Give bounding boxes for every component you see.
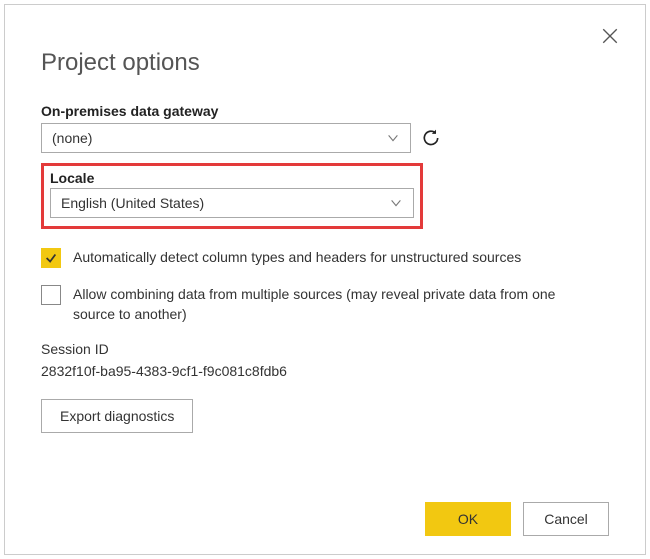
gateway-value: (none) bbox=[52, 130, 92, 146]
auto-detect-checkbox[interactable] bbox=[41, 248, 61, 268]
auto-detect-label: Automatically detect column types and he… bbox=[73, 247, 521, 267]
dialog-title: Project options bbox=[41, 49, 609, 77]
ok-button[interactable]: OK bbox=[425, 502, 511, 536]
project-options-dialog: Project options On-premises data gateway… bbox=[4, 4, 646, 555]
cancel-button[interactable]: Cancel bbox=[523, 502, 609, 536]
allow-combine-checkbox[interactable] bbox=[41, 285, 61, 305]
session-id-label: Session ID bbox=[41, 341, 609, 357]
locale-value: English (United States) bbox=[61, 195, 204, 211]
gateway-label: On-premises data gateway bbox=[41, 103, 609, 119]
refresh-icon[interactable] bbox=[421, 128, 441, 148]
locale-label: Locale bbox=[50, 170, 414, 186]
locale-highlight: Locale English (United States) bbox=[41, 163, 423, 229]
chevron-down-icon bbox=[386, 131, 400, 145]
locale-dropdown[interactable]: English (United States) bbox=[50, 188, 414, 218]
export-diagnostics-button[interactable]: Export diagnostics bbox=[41, 399, 193, 433]
session-id-value: 2832f10f-ba95-4383-9cf1-f9c081c8fdb6 bbox=[41, 363, 609, 379]
gateway-dropdown[interactable]: (none) bbox=[41, 123, 411, 153]
allow-combine-label: Allow combining data from multiple sourc… bbox=[73, 284, 593, 325]
close-icon[interactable] bbox=[601, 27, 619, 45]
dialog-footer: OK Cancel bbox=[425, 502, 609, 536]
chevron-down-icon bbox=[389, 196, 403, 210]
